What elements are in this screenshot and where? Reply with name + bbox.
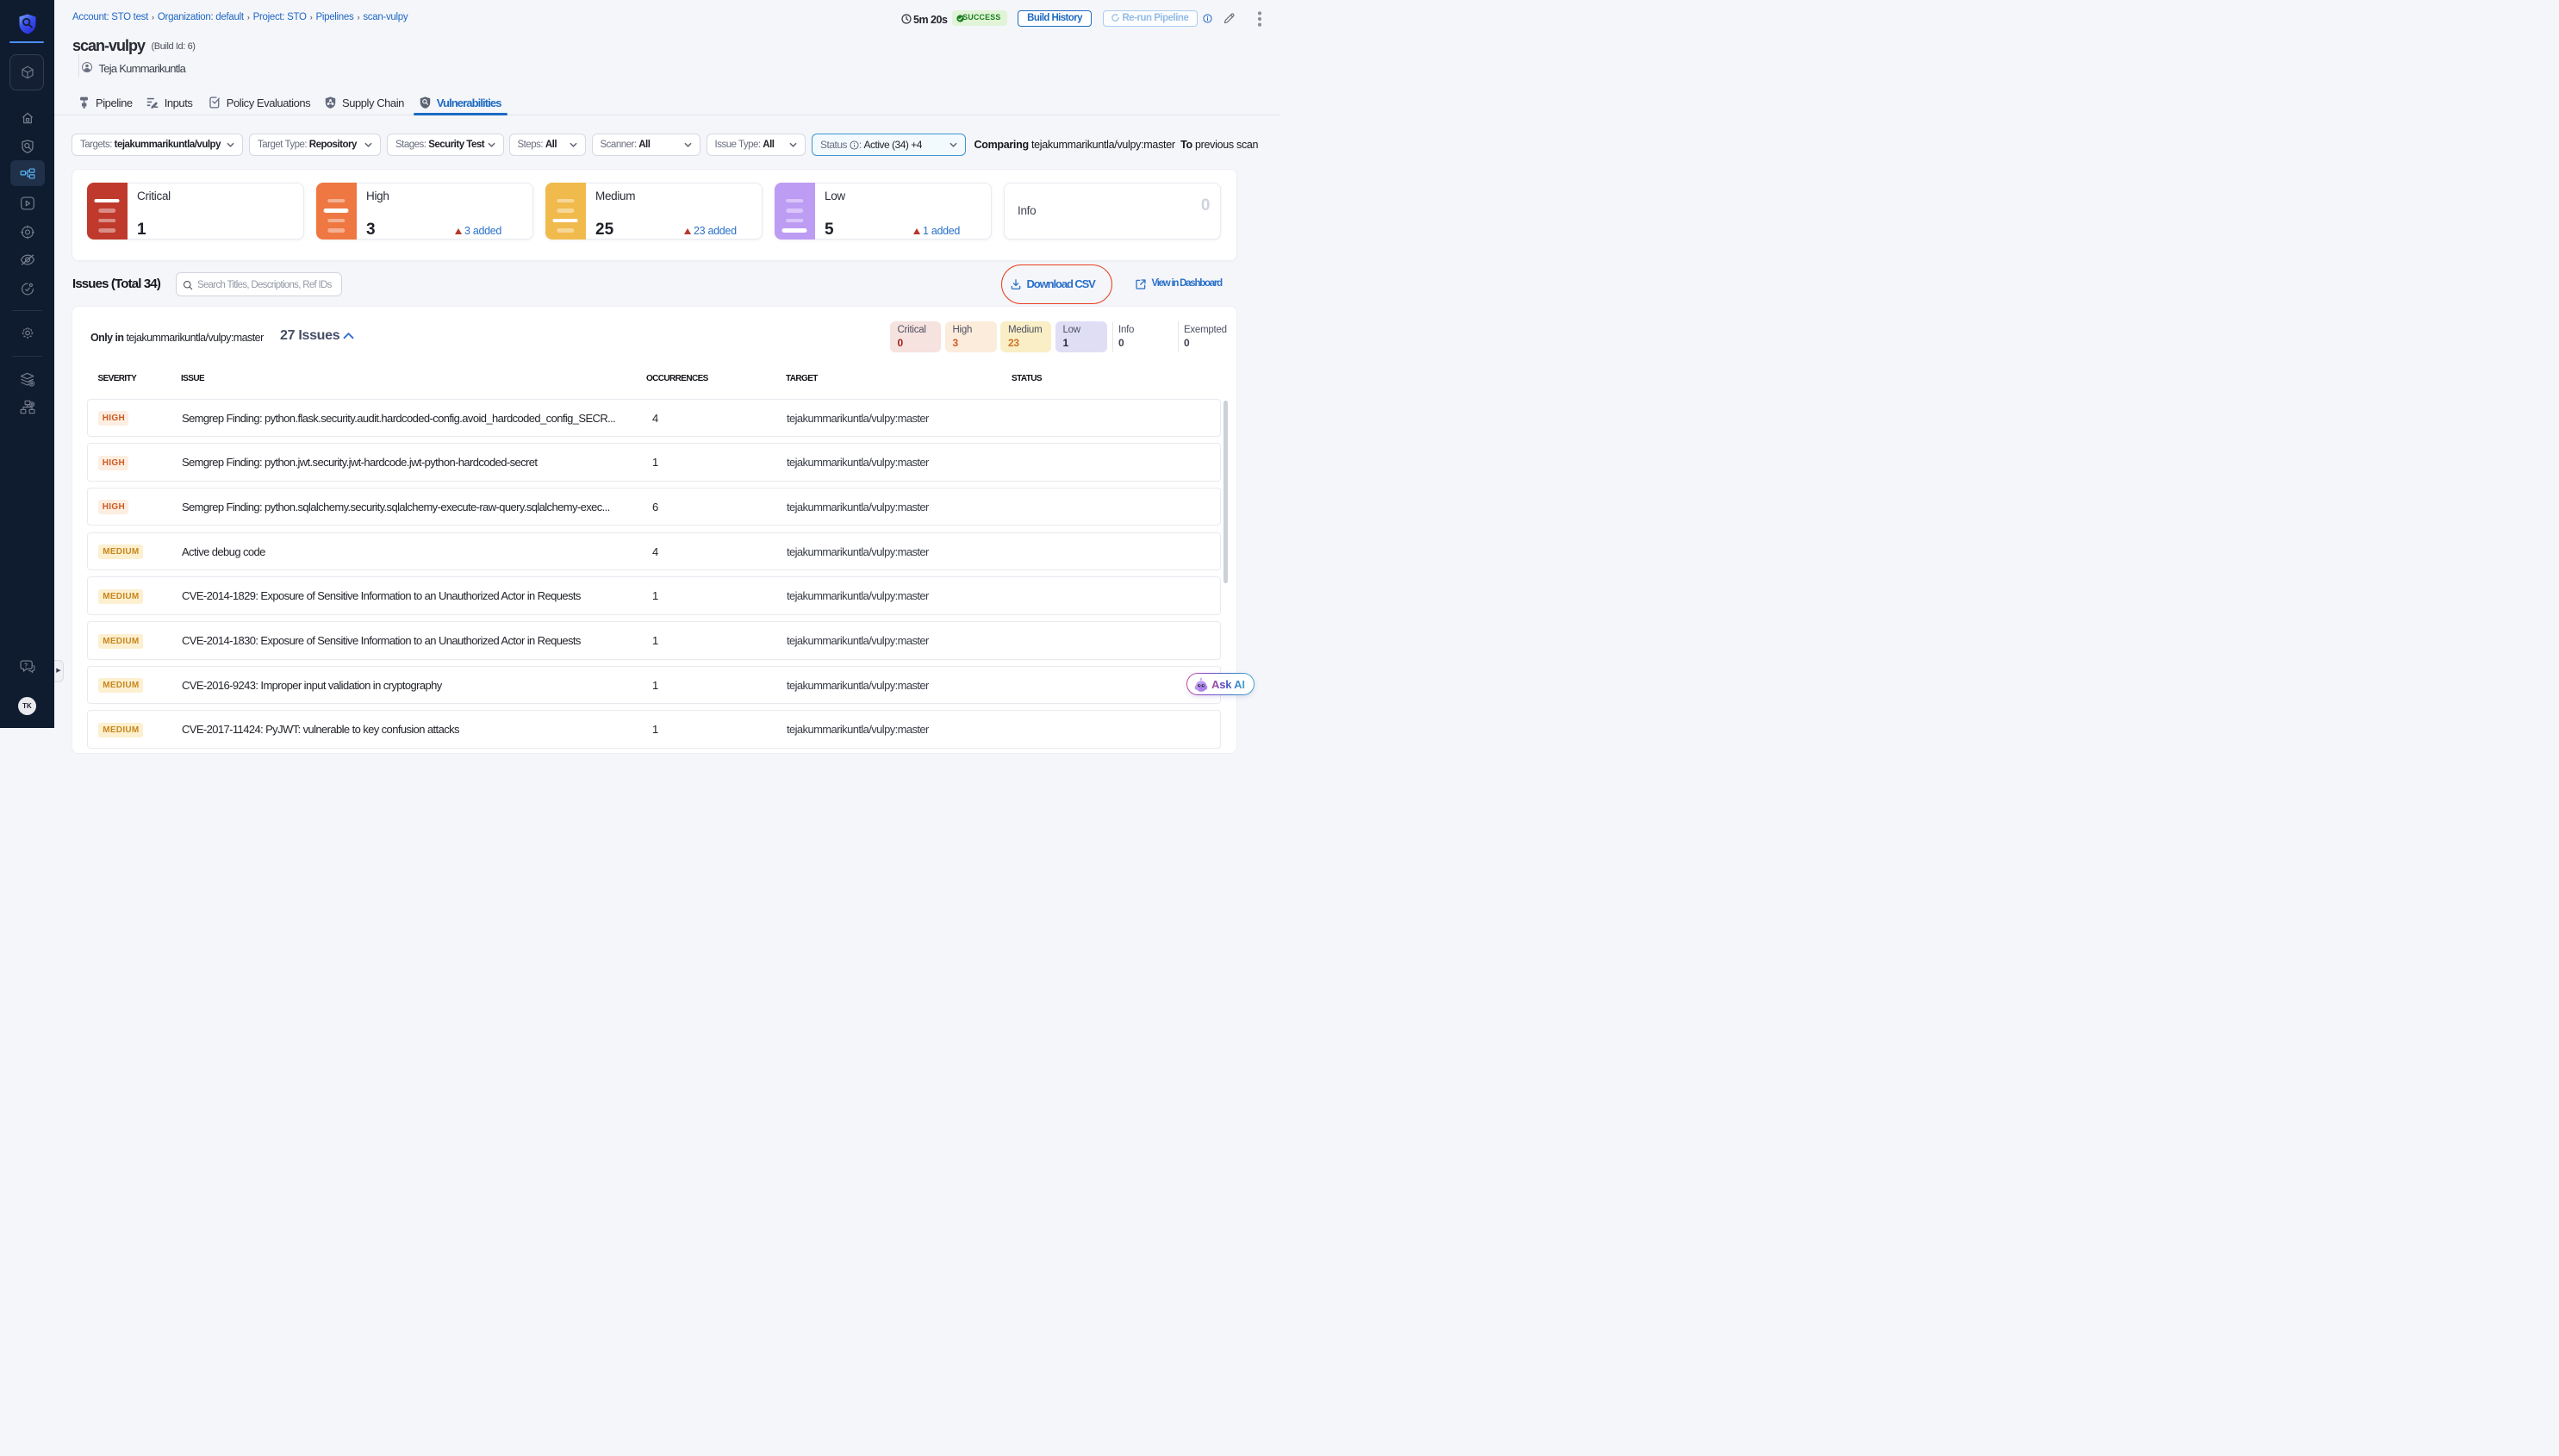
svg-text:?: ? [23, 663, 27, 669]
